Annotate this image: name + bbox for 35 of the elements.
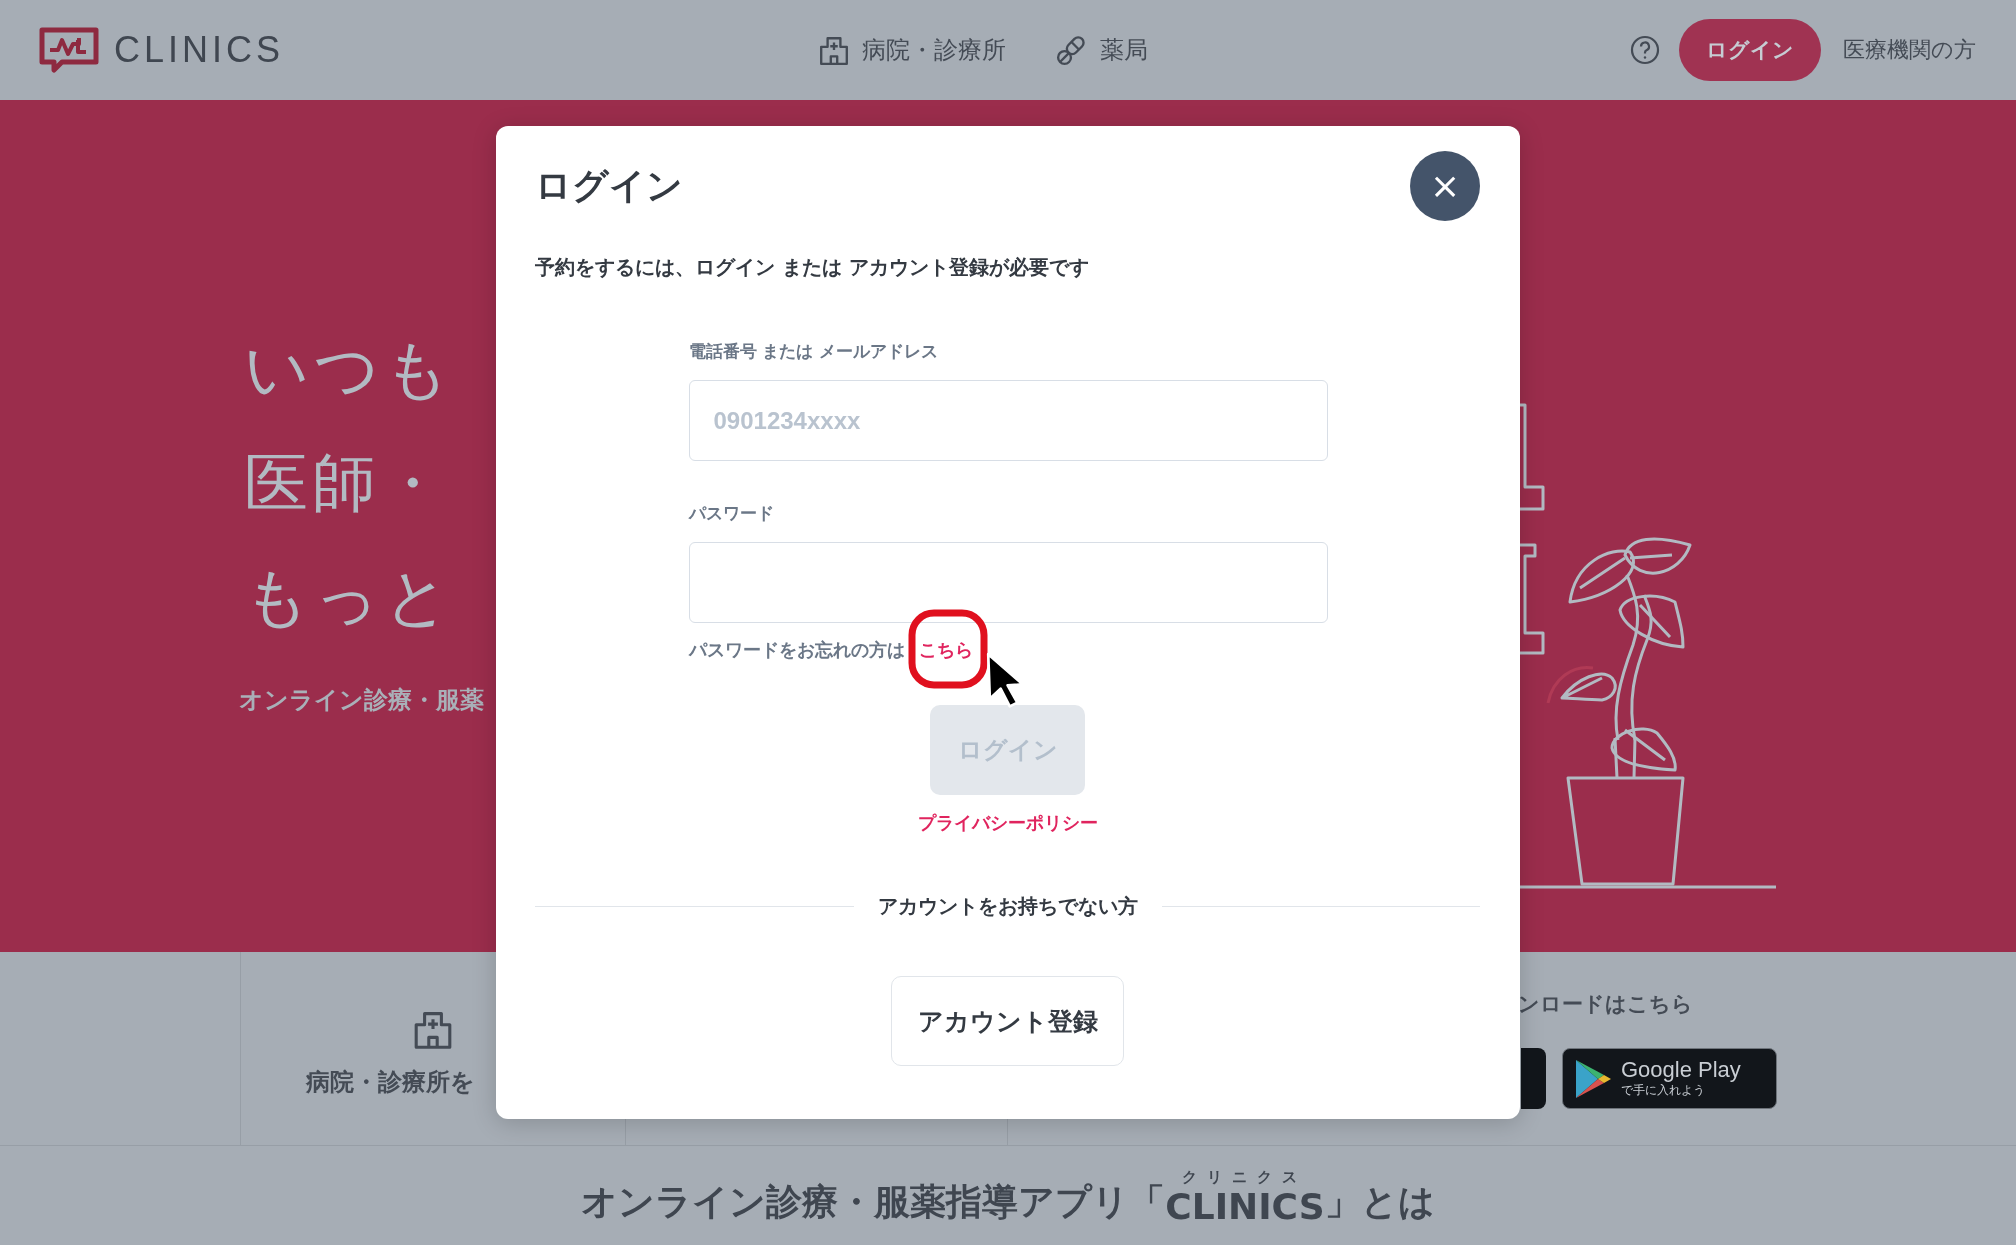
section-heading: 」とは bbox=[1324, 1180, 1435, 1224]
dialog-message: 予約をするには、ログイン または アカウント登録が必要です bbox=[535, 254, 1090, 281]
login-button[interactable]: ログイン bbox=[1679, 19, 1821, 81]
badge-title: Google Play bbox=[1621, 1058, 1741, 1082]
ruby-text: クリニクス bbox=[1182, 1168, 1308, 1186]
hero-headline: もっと bbox=[244, 559, 454, 636]
hospital-icon bbox=[818, 34, 850, 66]
nav-link[interactable]: 薬局 bbox=[1056, 34, 1148, 66]
register-button[interactable]: アカウント登録 bbox=[891, 976, 1124, 1066]
play-icon bbox=[1573, 1057, 1613, 1100]
badge-subtitle: で手に入れよう bbox=[1621, 1082, 1706, 1099]
logo-text[interactable]: CLINICS bbox=[114, 29, 285, 71]
brand-name: CLINICS bbox=[1165, 1186, 1325, 1227]
field-label: パスワード bbox=[688, 502, 775, 525]
help-icon[interactable] bbox=[1629, 34, 1661, 66]
provider-link[interactable]: 医療機関の方 bbox=[1843, 35, 1976, 65]
download-label: ンロードはこちら bbox=[1518, 991, 1694, 1018]
nav-link[interactable]: 病院・診療所 bbox=[818, 34, 1006, 66]
section-heading: オンライン診療・服薬指導アプリ「 bbox=[581, 1180, 1166, 1224]
store-badge[interactable] bbox=[1521, 1048, 1546, 1109]
google-play-badge[interactable]: Google Play で手に入れよう bbox=[1562, 1048, 1777, 1109]
hero-headline: 医師・ bbox=[244, 445, 448, 522]
field-label: 電話番号 または メールアドレス bbox=[688, 340, 940, 363]
divider-label: アカウントをお持ちでない方 bbox=[877, 893, 1138, 920]
pill-icon bbox=[1056, 34, 1088, 66]
input-field[interactable]: 0901234xxxx bbox=[688, 380, 1328, 461]
forgot-link[interactable]: こちら bbox=[918, 639, 973, 660]
input-field[interactable] bbox=[688, 542, 1328, 623]
logo-icon bbox=[38, 26, 100, 74]
hero-headline: いつも bbox=[244, 331, 454, 408]
hero-subtitle: オンライン診療・服薬 bbox=[239, 685, 484, 716]
privacy-link[interactable]: プライバシーポリシー bbox=[917, 811, 1098, 835]
close-button[interactable]: × bbox=[1410, 151, 1480, 221]
forgot-password-text: パスワードをお忘れの方は こちら bbox=[688, 638, 974, 662]
dialog-title: ログイン bbox=[535, 163, 683, 208]
